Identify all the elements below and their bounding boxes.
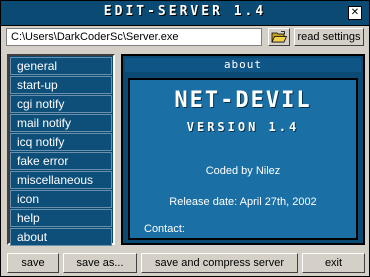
title-bar[interactable]: EDIT-SERVER 1.4 ✕ — [1, 1, 369, 26]
author-credit: Coded by Nilez — [205, 165, 281, 177]
product-version: VERSION 1.4 — [186, 120, 300, 134]
close-icon: ✕ — [350, 7, 360, 18]
about-panel: about NET-DEVIL VERSION 1.4 Coded by Nil… — [121, 54, 365, 245]
save-as-button[interactable]: save as... — [63, 253, 137, 273]
menu-item-miscellaneous[interactable]: miscellaneous — [10, 171, 112, 189]
menu-item-fake-error[interactable]: fake error — [10, 152, 112, 170]
menu-item-help[interactable]: help — [10, 209, 112, 227]
product-title: NET-DEVIL — [174, 88, 312, 113]
menu-item-general[interactable]: general — [10, 57, 112, 75]
panel-header: about — [125, 58, 361, 72]
release-date: Release date: April 27th, 2002 — [169, 196, 317, 208]
save-compress-button[interactable]: save and compress server — [141, 253, 298, 273]
menu-item-start-up[interactable]: start-up — [10, 76, 112, 94]
menu-item-icq-notify[interactable]: icq notify — [10, 133, 112, 151]
menu-item-about[interactable]: about — [10, 228, 112, 246]
read-settings-button[interactable]: read settings — [294, 28, 364, 46]
exit-button[interactable]: exit — [302, 253, 365, 273]
save-button[interactable]: save — [7, 253, 59, 273]
about-content: NET-DEVIL VERSION 1.4 Coded by Nilez Rel… — [128, 78, 358, 240]
browse-button[interactable] — [268, 28, 290, 46]
server-path-input[interactable] — [6, 28, 262, 46]
menu-item-mail-notify[interactable]: mail notify — [10, 114, 112, 132]
edit-server-window: EDIT-SERVER 1.4 ✕ read settings general … — [0, 0, 370, 277]
contact-label: Contact: — [144, 223, 185, 235]
window-title: EDIT-SERVER 1.4 — [103, 4, 267, 19]
close-button[interactable]: ✕ — [348, 6, 362, 20]
menu-item-icon[interactable]: icon — [10, 190, 112, 208]
menu-item-cgi-notify[interactable]: cgi notify — [10, 95, 112, 113]
open-folder-icon — [271, 31, 287, 43]
sidebar-menu: general start-up cgi notify mail notify … — [7, 54, 115, 246]
